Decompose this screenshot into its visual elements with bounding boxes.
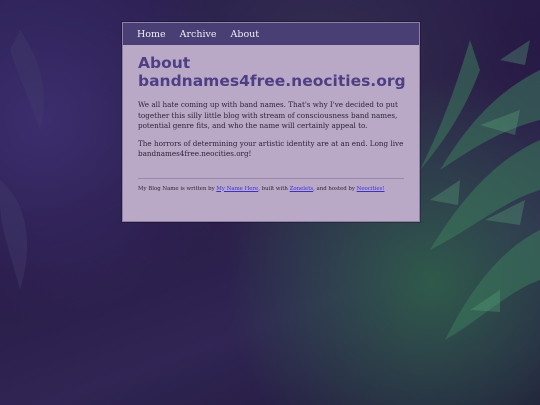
content-card: Home Archive About About bandnames4free.… bbox=[122, 22, 420, 222]
nav-about-link[interactable]: About bbox=[231, 29, 260, 40]
zonelets-link[interactable]: Zonelets bbox=[290, 186, 314, 192]
footer-text-2: , built with bbox=[258, 185, 290, 192]
closing-paragraph: The horrors of determining your artistic… bbox=[138, 138, 404, 159]
footer-text-3: , and hosted by bbox=[313, 185, 357, 192]
neocities-link[interactable]: Neocities! bbox=[357, 186, 385, 192]
author-link[interactable]: My Name Here bbox=[216, 186, 258, 192]
top-nav: Home Archive About bbox=[123, 23, 419, 45]
nav-archive-link[interactable]: Archive bbox=[180, 29, 217, 40]
footer-text-1: My Blog Name is written by bbox=[138, 185, 217, 192]
page-title: About bandnames4free.neocities.org bbox=[138, 54, 406, 90]
footer-divider bbox=[138, 177, 404, 179]
main-content: About bandnames4free.neocities.org We al… bbox=[123, 45, 419, 193]
footer: My Blog Name is written by My Name Here,… bbox=[138, 185, 404, 193]
intro-paragraph: We all hate coming up with band names. T… bbox=[138, 100, 398, 130]
nav-home-link[interactable]: Home bbox=[137, 29, 166, 40]
